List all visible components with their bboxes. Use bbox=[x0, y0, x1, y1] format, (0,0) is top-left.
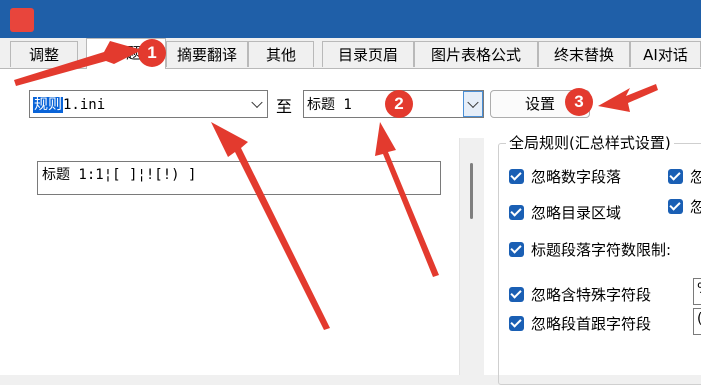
checkbox-icon bbox=[509, 242, 524, 257]
tab-toc-header[interactable]: 目录页眉 bbox=[322, 41, 414, 67]
config-value-text: 1.ini bbox=[63, 97, 106, 113]
tab-other[interactable]: 其他 bbox=[248, 41, 314, 67]
tab-ai-chat[interactable]: AI对话 bbox=[630, 41, 701, 67]
checkbox-ignore-special-char[interactable]: 忽略含特殊字符段 bbox=[509, 284, 651, 305]
app-logo-icon bbox=[10, 8, 34, 32]
step-badge-3: 3 bbox=[565, 88, 593, 116]
global-rules-title: 全局规则(汇总样式设置) bbox=[506, 132, 674, 153]
title-bar bbox=[0, 0, 701, 38]
scrollbar-thumb[interactable] bbox=[470, 163, 473, 219]
checkbox-ignore-leading-char[interactable]: 忽略段首跟字符段 bbox=[509, 313, 651, 334]
checkbox-label: 忽 bbox=[690, 168, 701, 186]
checkbox-label: 忽略段首跟字符段 bbox=[531, 315, 652, 333]
leading-char-field[interactable]: ( bbox=[693, 308, 701, 335]
step-badge-1: 1 bbox=[138, 39, 166, 67]
special-char-field[interactable]: % bbox=[693, 278, 701, 305]
checkbox-icon bbox=[509, 316, 524, 331]
checkbox-icon bbox=[668, 169, 683, 184]
checkbox-heading-char-limit[interactable]: 标题段落字符数限制: bbox=[509, 239, 671, 260]
checkbox-ignore-number-paragraph[interactable]: 忽略数字段落 bbox=[509, 166, 621, 187]
tab-adjust[interactable]: 调整 bbox=[10, 41, 78, 67]
tab-final-replace[interactable]: 终末替换 bbox=[538, 41, 630, 67]
step-badge-2: 2 bbox=[385, 90, 413, 118]
tab-abstract-translate[interactable]: 摘要翻译 bbox=[166, 41, 248, 67]
checkbox-icon bbox=[668, 199, 683, 214]
checkbox-label: 标题段落字符数限制: bbox=[531, 241, 672, 259]
checkbox-icon bbox=[509, 169, 524, 184]
checkbox-label: 忽 bbox=[690, 198, 701, 216]
rule-text-field[interactable]: 标题 1:1¦[ ]¦![!) ] bbox=[37, 161, 441, 195]
chevron-down-icon[interactable] bbox=[463, 91, 483, 117]
checkbox-icon bbox=[509, 205, 524, 220]
vertical-scrollbar[interactable] bbox=[459, 138, 484, 375]
heading-level-value: 标题 1 bbox=[307, 97, 352, 113]
checkbox-icon bbox=[509, 287, 524, 302]
checkbox-label: 忽略目录区域 bbox=[531, 204, 622, 222]
checkbox-ignore-toc-area[interactable]: 忽略目录区域 bbox=[509, 202, 621, 223]
to-label: 至 bbox=[276, 97, 293, 116]
checkbox-label: 忽略含特殊字符段 bbox=[531, 286, 652, 304]
chevron-down-icon[interactable] bbox=[247, 91, 267, 117]
checkbox-label: 忽略数字段落 bbox=[531, 168, 622, 186]
tab-image-table-formula[interactable]: 图片表格公式 bbox=[414, 41, 538, 67]
checkbox-ignore-b[interactable]: 忽 bbox=[668, 196, 701, 217]
checkbox-ignore-a[interactable]: 忽 bbox=[668, 166, 701, 187]
config-file-select[interactable]: 规则1.ini bbox=[29, 90, 268, 118]
config-selected-text: 规则 bbox=[33, 97, 63, 113]
